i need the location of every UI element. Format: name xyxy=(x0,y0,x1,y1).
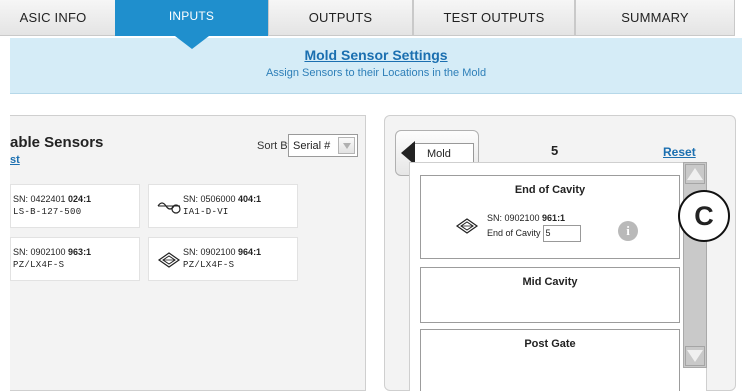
sort-by-select[interactable]: Serial # xyxy=(288,134,358,157)
location-end-of-cavity[interactable]: End of Cavity SN: 0902100 961:1 End of C… xyxy=(420,175,680,259)
section-header: Mold Sensor Settings Assign Sensors to t… xyxy=(10,38,742,94)
sensor-diamond-icon xyxy=(157,252,181,268)
sensor-serial: SN: 0506000 404:1 xyxy=(183,194,262,204)
cavity-label: End of Cavity xyxy=(487,227,541,238)
reset-link[interactable]: Reset xyxy=(663,145,696,159)
active-tab-pointer xyxy=(175,36,209,49)
assigned-sensor[interactable]: SN: 0902100 961:1 End of Cavity 5 i xyxy=(447,210,638,242)
location-post-gate[interactable]: Post Gate xyxy=(420,329,680,391)
page-title[interactable]: Mold Sensor Settings xyxy=(10,47,742,63)
mold-count: 5 xyxy=(551,143,559,158)
assigned-sensor-serial: SN: 0902100 961:1 xyxy=(487,213,566,223)
location-list: End of Cavity SN: 0902100 961:1 End of C… xyxy=(409,162,707,391)
location-mid-cavity[interactable]: Mid Cavity xyxy=(420,267,680,323)
scroll-up-icon[interactable] xyxy=(685,164,705,184)
mold-back-label: Mold xyxy=(427,148,451,160)
sensor-probe-icon xyxy=(157,202,181,214)
scroll-down-icon[interactable] xyxy=(685,346,705,366)
info-icon[interactable]: i xyxy=(618,221,638,241)
tab-bar: ASIC INFO INPUTS OUTPUTS TEST OUTPUTS SU… xyxy=(0,0,742,49)
sensor-diamond-icon xyxy=(455,218,479,234)
tab-label: ASIC INFO xyxy=(19,10,87,25)
tab-inputs[interactable]: INPUTS xyxy=(115,0,268,36)
sensor-model: PZ/LX4F-S xyxy=(13,260,65,270)
callout-marker: C xyxy=(678,190,730,242)
location-title: Post Gate xyxy=(524,338,576,350)
available-sensors-title: able Sensors xyxy=(10,134,104,151)
location-title: Mid Cavity xyxy=(522,276,578,288)
callout-label: C xyxy=(694,200,714,231)
available-sensors-panel: able Sensors st Sort By Serial # SN: 042… xyxy=(10,115,366,391)
sensor-serial: SN: 0902100 964:1 xyxy=(183,247,262,257)
chevron-down-icon[interactable] xyxy=(338,137,355,154)
sensor-serial: SN: 0422401 024:1 xyxy=(13,194,92,204)
tab-label: OUTPUTS xyxy=(308,10,373,25)
sensors-list-link[interactable]: st xyxy=(10,154,20,166)
sensor-serial: SN: 0902100 963:1 xyxy=(13,247,92,257)
cavity-row: End of Cavity 5 xyxy=(487,225,581,242)
sensor-model: PZ/LX4F-S xyxy=(183,260,235,270)
tab-test-outputs[interactable]: TEST OUTPUTS xyxy=(413,0,575,36)
sensor-model: LS-B-127-500 xyxy=(13,207,82,217)
tab-outputs[interactable]: OUTPUTS xyxy=(268,0,413,36)
location-title: End of Cavity xyxy=(514,184,586,196)
tab-label: INPUTS xyxy=(168,9,215,23)
page-subtitle: Assign Sensors to their Locations in the… xyxy=(265,67,487,79)
mold-locations-panel: Mold 5 Reset End of Cavity SN: 0902100 9… xyxy=(384,115,736,391)
tab-basic-info[interactable]: ASIC INFO xyxy=(0,0,116,36)
tab-label: SUMMARY xyxy=(621,10,689,25)
sensor-card[interactable]: SN: 0902100 964:1 PZ/LX4F-S xyxy=(148,237,298,281)
sensor-model: IA1-D-VI xyxy=(183,207,229,217)
cavity-number-input[interactable]: 5 xyxy=(542,225,581,242)
sensor-card[interactable]: SN: 0506000 404:1 IA1-D-VI xyxy=(148,184,298,228)
sensor-card[interactable]: SN: 0422401 024:1 LS-B-127-500 xyxy=(10,184,140,228)
sensor-card[interactable]: SN: 0902100 963:1 PZ/LX4F-S xyxy=(10,237,140,281)
sort-by-value: Serial # xyxy=(293,139,331,152)
tab-label: TEST OUTPUTS xyxy=(443,10,545,25)
tab-summary[interactable]: SUMMARY xyxy=(575,0,735,36)
